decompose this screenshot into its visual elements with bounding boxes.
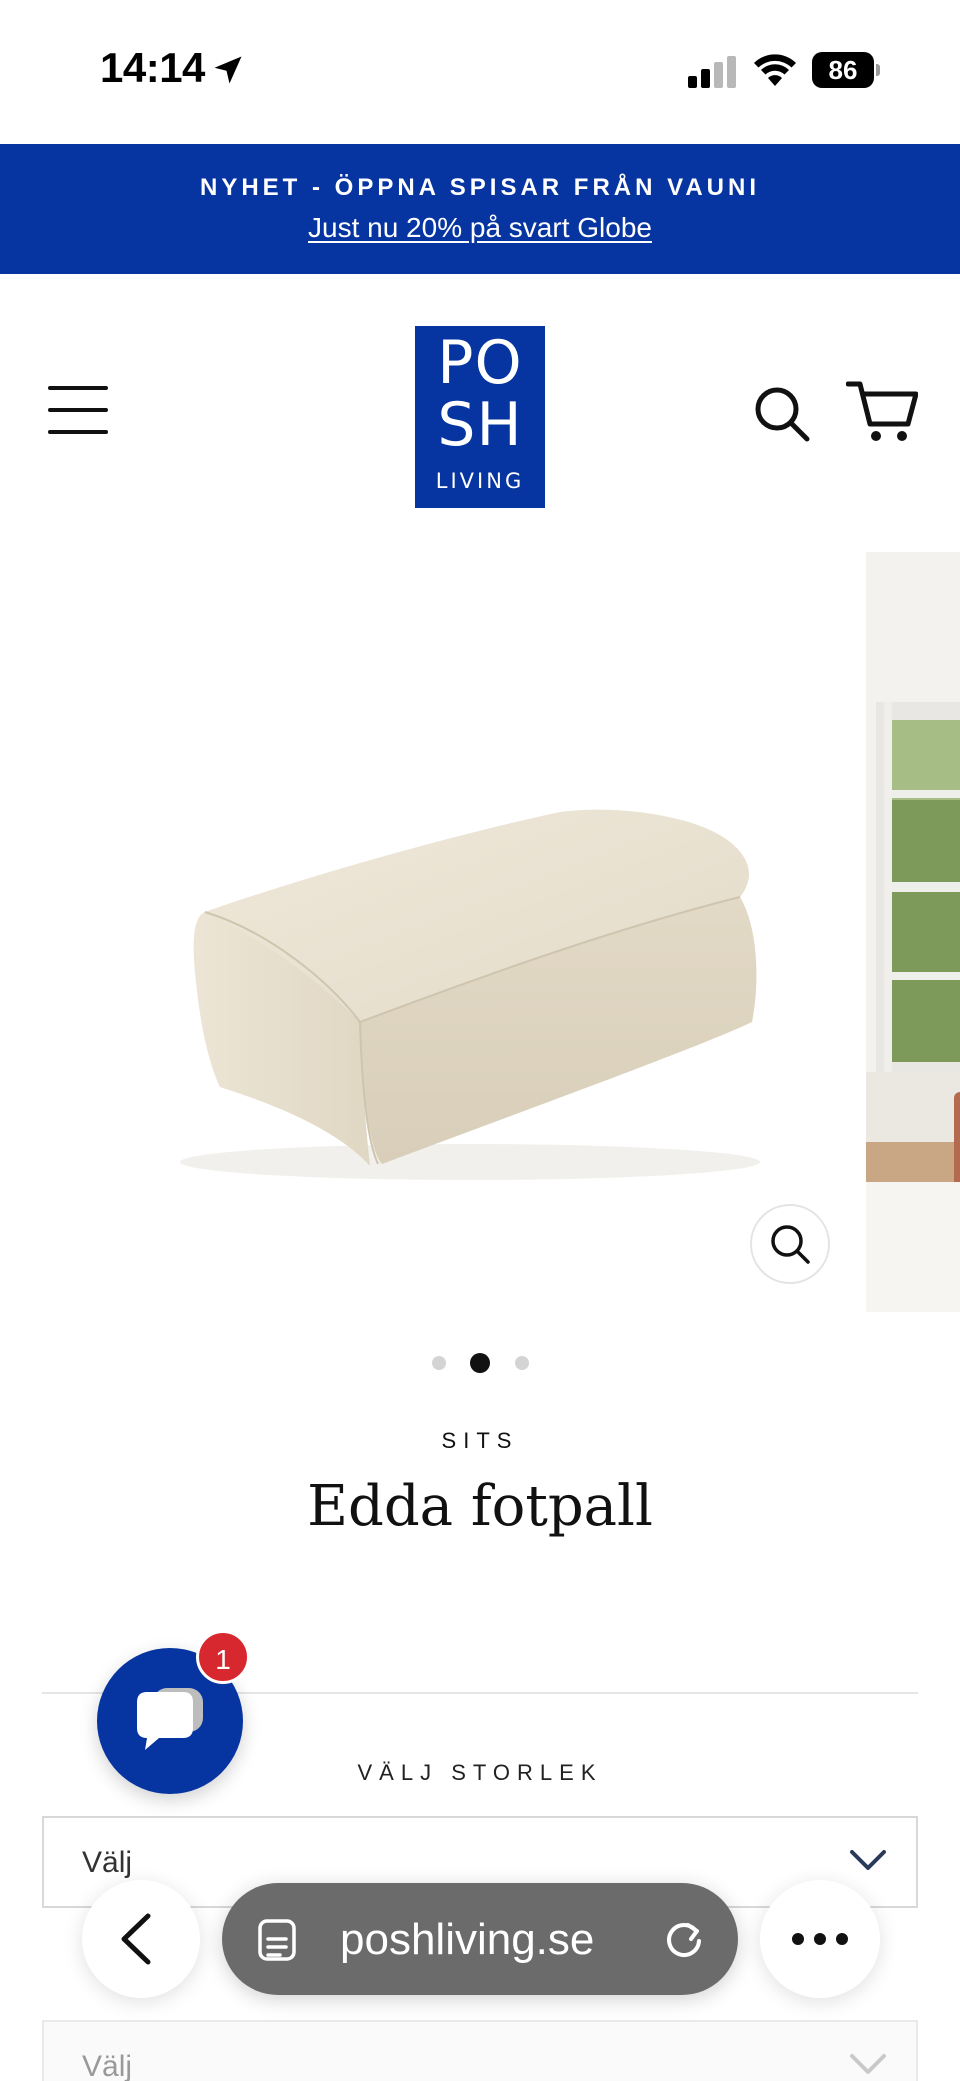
slide-dot-2-active[interactable] [470,1353,490,1373]
product-title: Edda fotpall [307,1474,653,1539]
announcement-headline: NYHET - ÖPPNA SPISAR FRÅN VAUNI [199,174,761,201]
url-text: poshliving.se [340,1915,595,1964]
battery-nub [876,64,880,76]
search-icon[interactable] [752,384,812,444]
announcement-link[interactable]: Just nu 20% på svart Globe [0,212,960,244]
slide-dot-1[interactable] [432,1356,446,1370]
hamburger-menu-icon[interactable] [48,386,110,436]
second-select-value: Välj [82,2050,133,2081]
logo-line-2: SH [437,390,523,460]
product-image-ottoman[interactable] [0,552,866,1312]
logo-line-1: PO [437,328,523,398]
signal-icon [688,56,736,88]
tabs-icon[interactable] [256,1917,302,1963]
address-bar[interactable]: poshliving.se [222,1883,738,1995]
announcement-bar: NYHET - ÖPPNA SPISAR FRÅN VAUNI Just nu … [0,144,960,274]
more-icon [792,1933,848,1945]
chevron-down-icon [850,1850,886,1870]
slide-dot-3[interactable] [515,1356,529,1370]
zoom-icon [771,1225,810,1264]
reload-icon[interactable] [660,1915,708,1963]
zoom-button[interactable] [750,1204,830,1284]
next-slide-room-photo[interactable] [866,552,960,1312]
wifi-icon [754,54,796,86]
second-option-select[interactable]: Välj [42,2020,918,2081]
product-category[interactable]: SITS [0,1428,960,1454]
room-photo-illustration [866,552,960,1312]
ottoman-illustration [180,809,760,1180]
site-header: PO SH LIVING [0,274,960,552]
gallery-pagination [0,1352,960,1373]
back-chevron-icon [121,1913,151,1965]
location-arrow-icon [214,56,242,84]
posh-living-logo[interactable]: PO SH LIVING [415,326,545,508]
more-options-button[interactable] [760,1880,880,1998]
chat-notification-badge: 1 [196,1630,250,1684]
battery-level: 86 [812,52,874,88]
cart-icon[interactable] [846,378,918,444]
size-select-value: Välj [82,1846,133,1879]
status-bar: 14:14 86 [0,0,960,144]
page: 14:14 86 NYHET - ÖPPNA SPISAR FRÅN VAUNI… [0,0,960,2081]
product-gallery[interactable] [0,552,960,1312]
browser-back-button[interactable] [82,1880,200,1998]
battery-icon: 86 [812,52,880,88]
status-time: 14:14 [100,44,205,91]
chevron-down-icon [850,2054,886,2074]
logo-line-3: LIVING [435,469,525,493]
